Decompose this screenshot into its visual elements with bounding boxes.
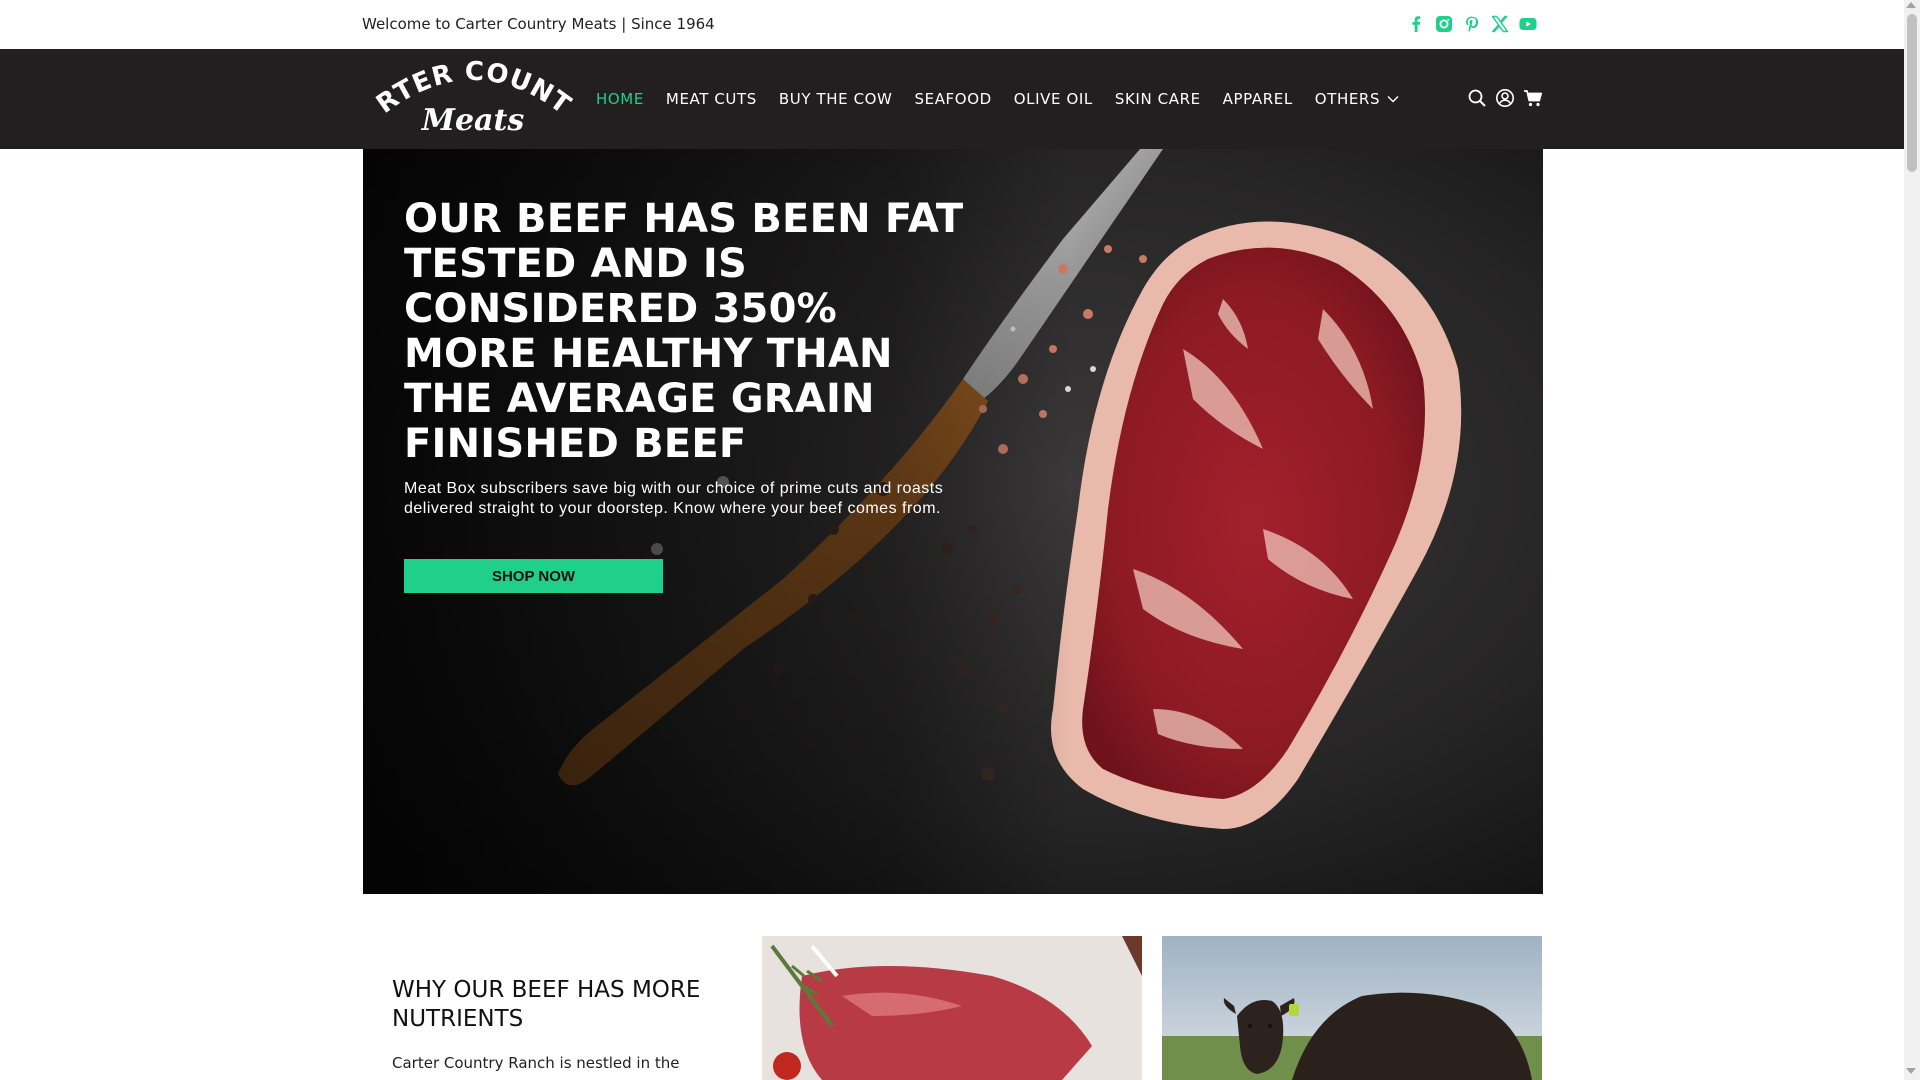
cart-icon[interactable] [1523,88,1543,108]
scroll-up-arrow-icon[interactable] [1906,2,1916,8]
nav-label: OTHERS [1314,90,1381,108]
nav-label: MEAT CUTS [665,90,757,108]
shop-now-button[interactable]: SHOP NOW [404,559,663,593]
nav-label: HOME [596,90,644,108]
nav-seafood[interactable]: SEAFOOD [915,89,992,109]
nav-label: BUY THE COW [778,90,893,108]
x-twitter-icon[interactable] [1490,14,1510,34]
nav-apparel[interactable]: APPAREL [1223,89,1293,109]
nav-others[interactable]: OTHERS [1315,89,1400,109]
scroll-down-arrow-icon[interactable] [1906,1068,1916,1074]
nav-buy-the-cow[interactable]: BUY THE COW [779,89,893,109]
hero-banner: OUR BEEF HAS BEEN FAT TESTED AND IS CONS… [363,149,1543,894]
nav-label: SEAFOOD [914,90,992,108]
raw-steak-image [762,936,1142,1080]
nav-home[interactable]: HOME [596,89,644,109]
hero-description: Meat Box subscribers save big with our c… [404,480,944,517]
instagram-icon[interactable] [1434,14,1454,34]
youtube-icon[interactable] [1518,14,1538,34]
facebook-icon[interactable] [1406,14,1426,34]
announcement-bar [0,0,1904,49]
welcome-message: Welcome to Carter Country Meats | Since … [362,15,715,33]
black-cow-image [1162,936,1542,1080]
scrollbar-thumb[interactable] [1907,14,1917,172]
nav-label: APPAREL [1222,90,1293,108]
account-icon[interactable] [1495,88,1515,108]
hero-title: OUR BEEF HAS BEEN FAT TESTED AND IS CONS… [404,196,964,467]
chevron-down-icon [1386,92,1400,106]
section-title: WHY OUR BEEF HAS MORE NUTRIENTS [392,977,701,1032]
nav-meat-cuts[interactable]: MEAT CUTS [666,89,757,109]
section-text: Carter Country Ranch is nestled in the [392,1054,680,1072]
pinterest-icon[interactable] [1462,14,1482,34]
main-nav: HOME MEAT CUTS BUY THE COW SEAFOOD OLIVE… [596,89,1422,109]
nav-olive-oil[interactable]: OLIVE OIL [1014,89,1093,109]
nav-label: SKIN CARE [1114,90,1201,108]
search-icon[interactable] [1467,88,1487,108]
nav-skin-care[interactable]: SKIN CARE [1115,89,1201,109]
site-logo[interactable]: CARTER COUNTRY Meats [357,35,578,140]
nav-label: OLIVE OIL [1013,90,1093,108]
svg-text:Meats: Meats [421,103,525,138]
